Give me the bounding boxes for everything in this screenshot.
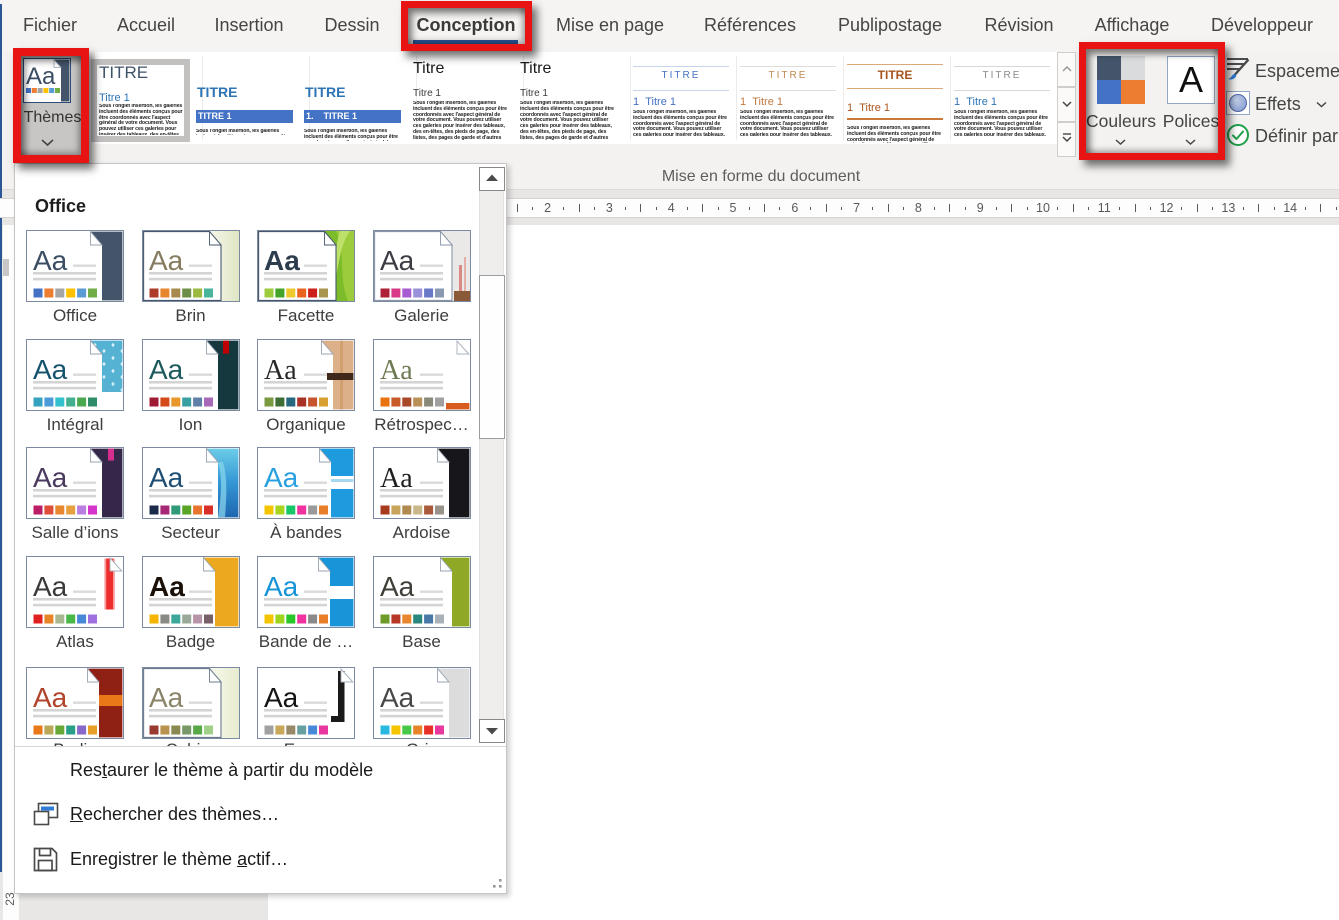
svg-text:Aa: Aa xyxy=(33,571,68,602)
svg-text:Aa: Aa xyxy=(149,571,185,602)
svg-text:Aa: Aa xyxy=(149,245,184,276)
svg-text:Aa: Aa xyxy=(264,462,299,493)
svg-text:Aa: Aa xyxy=(264,245,300,276)
svg-text:Aa: Aa xyxy=(33,245,68,276)
svg-text:Aa: Aa xyxy=(149,682,184,713)
svg-text:Aa: Aa xyxy=(380,571,415,602)
svg-text:Aa: Aa xyxy=(33,682,68,713)
svg-text:Aa: Aa xyxy=(149,354,184,385)
svg-text:Aa: Aa xyxy=(33,462,68,493)
svg-text:Aa: Aa xyxy=(149,462,184,493)
svg-text:Aa: Aa xyxy=(380,245,415,276)
svg-text:Aa: Aa xyxy=(380,682,415,713)
svg-text:Aa: Aa xyxy=(264,682,299,713)
svg-text:Aa: Aa xyxy=(264,571,299,602)
svg-text:Aa: Aa xyxy=(33,354,68,385)
